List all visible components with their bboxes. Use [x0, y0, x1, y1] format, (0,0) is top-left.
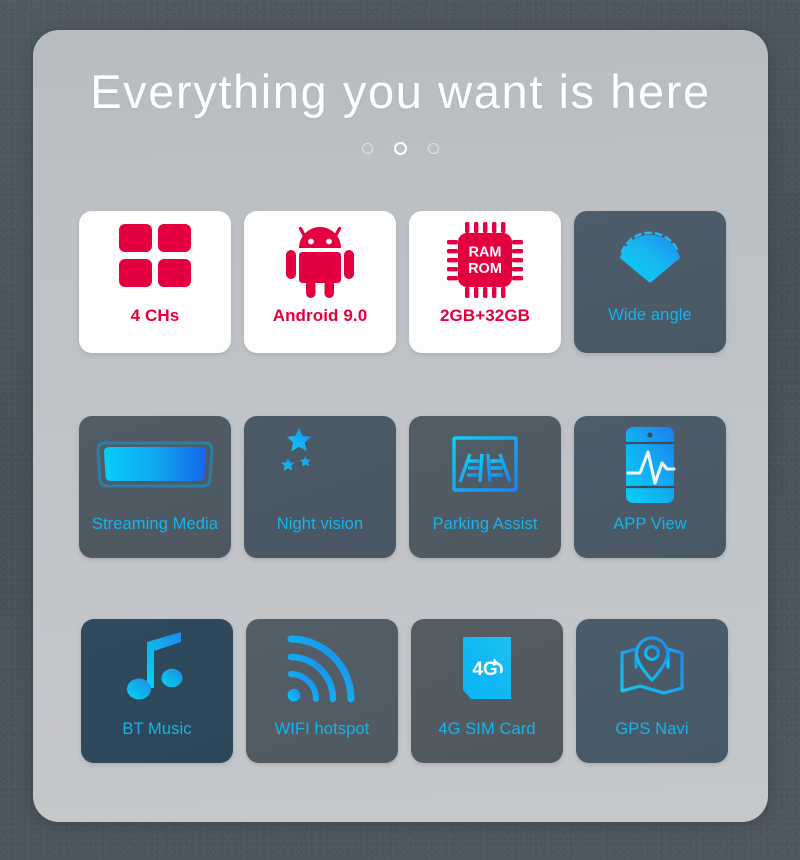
feature-card-label: Wide angle: [608, 306, 692, 324]
parking-guideline-screen-icon: [409, 416, 561, 508]
chip-ram-text: RAM: [468, 245, 501, 261]
feature-card-night-vision[interactable]: Night vision: [244, 416, 396, 558]
android-robot-icon: [244, 211, 396, 303]
chip-rom-text: ROM: [468, 261, 502, 277]
page-title: Everything you want is here: [90, 65, 711, 118]
feature-card-wifi-hotspot[interactable]: WIFI hotspot: [246, 619, 398, 763]
feature-panel: Everything you want is here 4 CHs Androi…: [33, 30, 768, 822]
wide-angle-fan-icon: [574, 211, 726, 303]
feature-card-label: BT Music: [122, 720, 192, 738]
feature-card-memory[interactable]: RAM ROM 2GB+32GB: [409, 211, 561, 353]
feature-card-bt-music[interactable]: BT Music: [81, 619, 233, 763]
feature-card-android[interactable]: Android 9.0: [244, 211, 396, 353]
wifi-signal-icon: [246, 619, 398, 711]
music-note-icon: [81, 619, 233, 711]
feature-card-label: 2GB+32GB: [439, 306, 531, 325]
map-pin-icon: [576, 619, 728, 711]
moon-stars-icon: [244, 416, 396, 508]
feature-card-parking-assist[interactable]: Parking Assist: [409, 416, 561, 558]
feature-card-label: 4 CHs: [130, 306, 180, 325]
feature-row-1: 4 CHs Android 9.0 RAM ROM 2GB+32GB Wide …: [79, 211, 726, 353]
phone-waveform-icon: [574, 416, 726, 508]
rearview-mirror-icon: [79, 416, 231, 508]
feature-card-wide-angle[interactable]: Wide angle: [574, 211, 726, 353]
four-squares-grid-icon: [79, 211, 231, 303]
feature-card-label: WIFI hotspot: [274, 720, 370, 738]
feature-card-label: Parking Assist: [432, 515, 538, 533]
feature-card-label: GPS Navi: [615, 720, 689, 738]
feature-card-app-view[interactable]: APP View: [574, 416, 726, 558]
feature-card-label: Streaming Media: [91, 515, 219, 533]
carousel-dot-2[interactable]: [394, 142, 407, 155]
carousel-dot-1[interactable]: [362, 143, 373, 154]
carousel-dot-3[interactable]: [428, 143, 439, 154]
sim-card-4g-icon: 4G: [411, 619, 563, 711]
feature-card-label: Android 9.0: [272, 306, 368, 325]
feature-card-streaming-media[interactable]: Streaming Media: [79, 416, 231, 558]
feature-row-3: BT Music WIFI hotspot 4G 4G SIM Card GPS…: [81, 619, 728, 763]
feature-card-label: APP View: [613, 515, 687, 533]
feature-card-label: 4G SIM Card: [438, 720, 536, 738]
ram-rom-chip-icon: RAM ROM: [409, 211, 561, 303]
feature-card-label: Night vision: [276, 515, 364, 533]
feature-row-2: Streaming Media Night vision Parking Ass…: [79, 416, 726, 558]
feature-card-4-chs[interactable]: 4 CHs: [79, 211, 231, 353]
carousel-dots[interactable]: [33, 142, 768, 155]
feature-card-4g-sim[interactable]: 4G 4G SIM Card: [411, 619, 563, 763]
feature-card-gps-navi[interactable]: GPS Navi: [576, 619, 728, 763]
